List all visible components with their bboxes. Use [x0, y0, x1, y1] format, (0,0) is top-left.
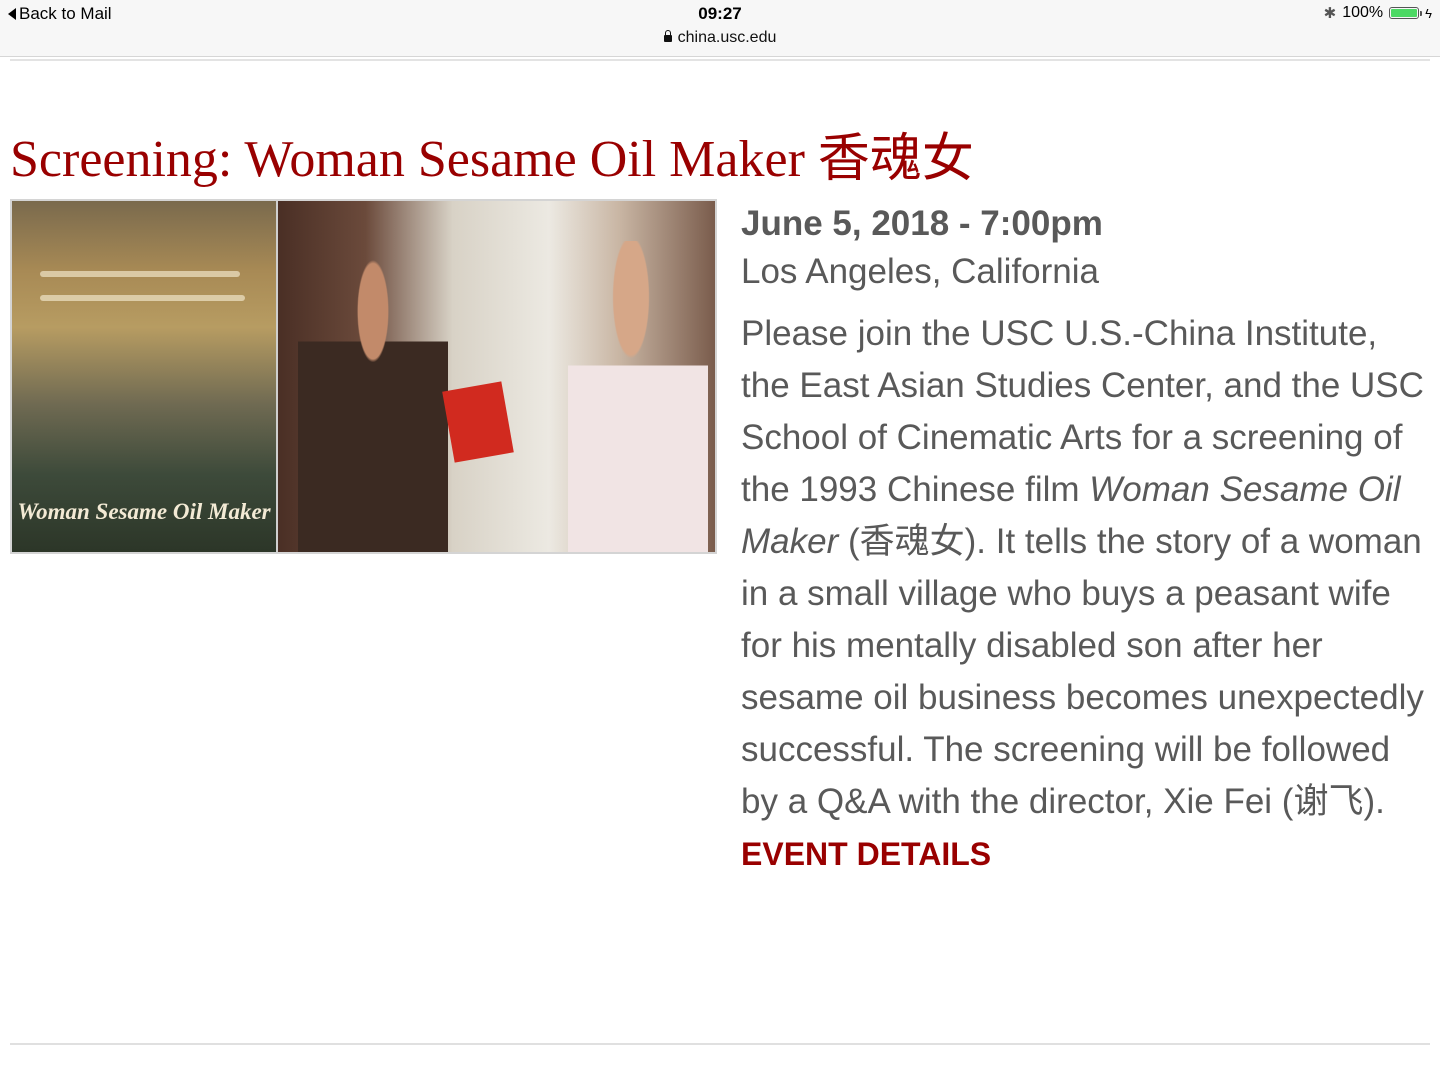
battery-icon: [1389, 7, 1423, 19]
status-time: 09:27: [698, 4, 742, 23]
event-description: Please join the USC U.S.-China Institute…: [741, 308, 1431, 828]
event-details-link[interactable]: EVENT DETAILS: [741, 834, 991, 874]
url-text: china.usc.edu: [677, 29, 777, 46]
lock-icon: [663, 30, 672, 42]
still-figure-right: [568, 241, 708, 552]
bluetooth-icon: ✱: [1323, 5, 1337, 22]
ios-status-bar: Back to Mail 09:27 china.usc.edu ✱ 100% …: [0, 0, 1440, 57]
film-still: [278, 201, 715, 552]
event-image[interactable]: Woman Sesame Oil Maker: [10, 199, 717, 554]
description-text: (香魂女). It tells the story of a woman in …: [741, 522, 1424, 821]
event-date: June 5, 2018 - 7:00pm: [741, 204, 1103, 243]
still-figure-left: [298, 251, 448, 552]
battery-percent: 100%: [1342, 4, 1384, 21]
event-location: Los Angeles, California: [741, 252, 1099, 291]
charging-icon: ϟ: [1425, 5, 1432, 21]
event-title[interactable]: Screening: Woman Sesame Oil Maker 香魂女: [10, 116, 974, 191]
event-info: June 5, 2018 - 7:00pm Los Angeles, Calif…: [741, 202, 1431, 874]
status-indicators: ✱ 100% ϟ: [1324, 4, 1432, 22]
poster-text-line: [40, 295, 245, 301]
bottom-divider: [10, 1043, 1430, 1045]
address-bar[interactable]: china.usc.edu: [0, 29, 1440, 47]
poster-caption: Woman Sesame Oil Maker: [17, 499, 271, 524]
poster-text-line: [40, 271, 240, 277]
top-divider: [10, 59, 1430, 61]
battery-fill: [1391, 9, 1418, 17]
still-red-paper: [442, 381, 514, 463]
film-poster: Woman Sesame Oil Maker: [12, 201, 278, 552]
